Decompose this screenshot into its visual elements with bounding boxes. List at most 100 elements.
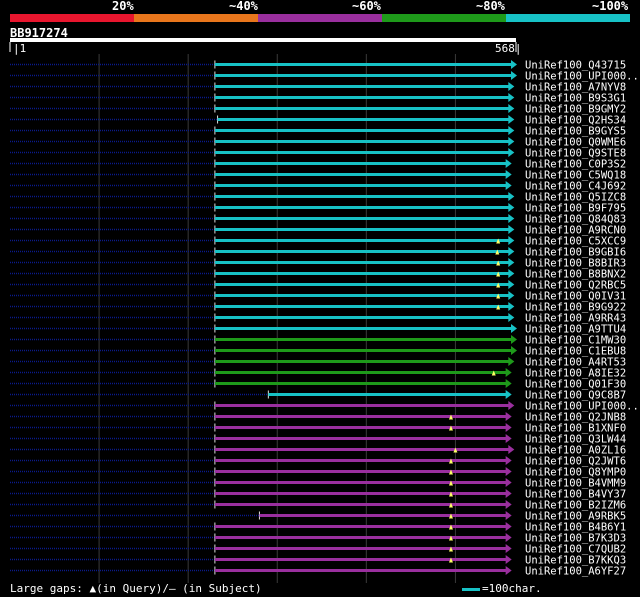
legend-swatch-3	[258, 14, 382, 22]
hit-arrow-2	[508, 82, 515, 91]
hit-arrow-14	[508, 214, 515, 223]
hit-arrow-36	[505, 456, 512, 465]
alignment-graphic: UniRef100_Q43715UniRef100_UPI000..UniRef…	[9, 14, 639, 583]
hit-arrow-31	[508, 401, 515, 410]
hit-bar-13	[214, 206, 510, 209]
hit-arrow-37	[505, 467, 512, 476]
query-end-label: 568|	[495, 42, 522, 55]
hit-arrow-8	[508, 148, 515, 157]
hit-bar-24	[214, 327, 513, 330]
hit-bar-31	[214, 404, 510, 407]
hit-bar-4	[214, 107, 510, 110]
hit-arrow-10	[505, 170, 512, 179]
hit-bar-0	[214, 63, 513, 66]
hit-arrow-25	[511, 335, 517, 344]
hit-bar-30	[268, 393, 507, 396]
legend-swatch-2	[134, 14, 258, 22]
large-gaps-legend: Large gaps: ▲(in Query)/– (in Subject)	[10, 582, 262, 595]
hit-arrow-16	[508, 236, 515, 245]
hit-bar-41	[259, 514, 507, 517]
hit-arrow-43	[505, 533, 512, 542]
hit-arrow-39	[505, 489, 512, 498]
hit-arrow-35	[508, 445, 515, 454]
hit-bar-15	[214, 228, 510, 231]
hit-bar-39	[214, 492, 507, 495]
hit-arrow-23	[508, 313, 515, 322]
hit-arrow-1	[511, 71, 517, 80]
hit-bar-21	[214, 294, 510, 297]
hit-bar-25	[214, 338, 513, 341]
hit-arrow-13	[508, 203, 515, 212]
hit-bar-37	[214, 470, 507, 473]
hit-arrow-42	[505, 522, 512, 531]
hit-bar-44	[214, 547, 507, 550]
legend-label-40: ~40%	[229, 0, 258, 13]
scale-bar-icon	[462, 587, 480, 591]
hit-bar-12	[214, 195, 510, 198]
query-bar	[10, 38, 516, 42]
hit-bar-6	[214, 129, 510, 132]
hit-arrow-40	[505, 500, 512, 509]
hit-bar-46	[214, 569, 507, 572]
hit-bar-34	[214, 437, 507, 440]
hit-bar-3	[214, 96, 510, 99]
hit-arrow-12	[508, 192, 515, 201]
query-start-label: |1	[13, 42, 27, 55]
hit-bar-17	[214, 250, 510, 253]
hit-bar-28	[214, 371, 507, 374]
scale-legend-text: =100char.	[482, 582, 542, 595]
query-id: BB917274	[10, 26, 68, 40]
hit-arrow-28	[505, 368, 512, 377]
hit-bar-7	[214, 140, 510, 143]
hit-bar-33	[214, 426, 507, 429]
hit-arrow-44	[505, 544, 512, 553]
hit-bar-29	[214, 382, 507, 385]
hit-bar-10	[214, 173, 507, 176]
legend-label-60: ~60%	[352, 0, 381, 13]
hit-bar-43	[214, 536, 507, 539]
hit-arrow-18	[508, 258, 515, 267]
hit-arrow-0	[511, 60, 517, 69]
hit-bar-20	[214, 283, 510, 286]
hit-bar-8	[214, 151, 510, 154]
hit-arrow-29	[505, 379, 512, 388]
hit-arrow-34	[505, 434, 512, 443]
legend-swatch-1	[10, 14, 134, 22]
hit-bar-23	[214, 316, 510, 319]
legend-label-100: ~100%	[592, 0, 629, 13]
hit-bar-42	[214, 525, 507, 528]
hit-bar-32	[214, 415, 507, 418]
hit-arrow-24	[511, 324, 517, 333]
hit-bar-27	[214, 360, 510, 363]
hit-arrow-38	[505, 478, 512, 487]
hit-bar-5	[217, 118, 510, 121]
legend-label-20: 20%	[112, 0, 134, 13]
hit-arrow-27	[508, 357, 515, 366]
hit-bar-18	[214, 261, 510, 264]
hit-arrow-26	[511, 346, 517, 355]
hit-bar-38	[214, 481, 507, 484]
hit-arrow-32	[505, 412, 512, 421]
hit-arrow-6	[508, 126, 515, 135]
hit-arrow-20	[508, 280, 515, 289]
hit-arrow-30	[505, 390, 512, 399]
hit-bar-16	[214, 239, 510, 242]
hit-arrow-41	[505, 511, 512, 520]
hit-arrow-5	[508, 115, 515, 124]
hit-arrow-17	[508, 247, 515, 256]
hit-bar-35	[214, 448, 510, 451]
hit-arrow-3	[508, 93, 515, 102]
legend-swatch-5	[506, 14, 630, 22]
hit-bar-11	[214, 184, 507, 187]
hit-arrow-45	[505, 555, 512, 564]
legend-swatch-4	[382, 14, 506, 22]
hit-arrow-11	[505, 181, 512, 190]
hit-bar-40	[214, 503, 507, 506]
hit-arrow-15	[508, 225, 515, 234]
hit-arrow-9	[505, 159, 512, 168]
scale-legend: =100char.	[462, 582, 542, 595]
hit-arrow-4	[508, 104, 515, 113]
hit-arrow-46	[505, 566, 512, 575]
hit-arrow-22	[508, 302, 515, 311]
hit-arrow-21	[508, 291, 515, 300]
